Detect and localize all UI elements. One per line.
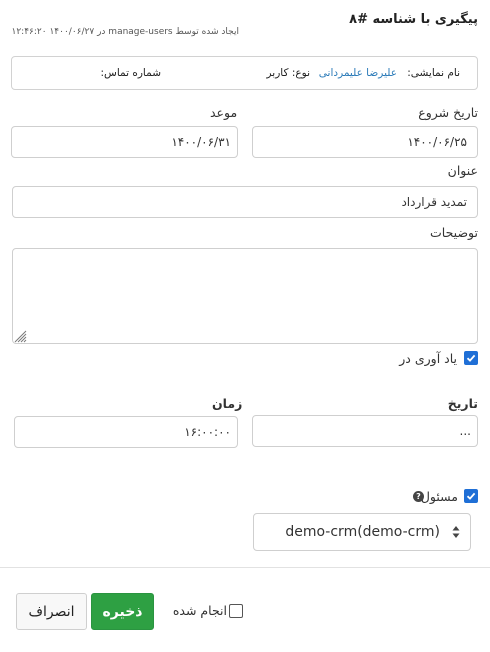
due-date-value: ۱۴۰۰/۰۶/۳۱ bbox=[171, 135, 231, 149]
owner-select[interactable]: demo-crm(demo-crm) bbox=[253, 513, 471, 551]
start-date-label: تاریخ شروع bbox=[418, 105, 478, 120]
start-date-field[interactable]: ۱۴۰۰/۰۶/۲۵ bbox=[252, 126, 478, 158]
title-label: عنوان bbox=[447, 163, 478, 178]
display-name-label: نام نمایشی: bbox=[407, 67, 460, 79]
reminder-label: یاد آوری در bbox=[399, 351, 457, 366]
done-label: انجام شده bbox=[172, 603, 227, 618]
page-title: پیگیری با شناسه #۸ bbox=[349, 12, 478, 27]
select-arrows-icon bbox=[452, 526, 460, 538]
reminder-date-field[interactable]: ... bbox=[252, 415, 478, 447]
title-value: تمدید قرارداد bbox=[401, 195, 467, 209]
contact-info-box: نام نمایشی: علیرضا علیمردانی نوع: کاربر … bbox=[11, 56, 478, 90]
phone-label: شماره تماس: bbox=[100, 67, 161, 79]
reminder-time-value: ۱۶:۰۰:۰۰ bbox=[184, 425, 231, 439]
created-by-meta: ایجاد شده توسط manage-users در ۱۴۰۰/۰۶/۲… bbox=[11, 27, 239, 37]
cancel-button[interactable]: انصراف bbox=[16, 593, 87, 630]
reminder-checkbox[interactable] bbox=[464, 351, 478, 365]
start-date-value: ۱۴۰۰/۰۶/۲۵ bbox=[407, 135, 467, 149]
save-button[interactable]: ذخیره bbox=[91, 593, 154, 630]
description-label: توضیحات bbox=[430, 225, 478, 240]
footer-divider bbox=[0, 567, 490, 568]
contact-type: نوع: کاربر bbox=[266, 67, 310, 79]
check-icon bbox=[466, 354, 476, 362]
reminder-time-field[interactable]: ۱۶:۰۰:۰۰ bbox=[14, 416, 238, 448]
reminder-time-label: زمان bbox=[212, 396, 243, 411]
resize-grip-icon[interactable] bbox=[14, 330, 27, 343]
due-date-label: موعد bbox=[210, 105, 238, 120]
owner-label: مسئول bbox=[420, 489, 458, 504]
description-textarea[interactable] bbox=[12, 248, 478, 344]
owner-checkbox[interactable] bbox=[464, 489, 478, 503]
display-name-link[interactable]: علیرضا علیمردانی bbox=[319, 67, 397, 79]
reminder-date-value: ... bbox=[459, 424, 471, 438]
due-date-field[interactable]: ۱۴۰۰/۰۶/۳۱ bbox=[11, 126, 238, 158]
reminder-date-label: تاریخ bbox=[447, 396, 478, 411]
done-checkbox[interactable] bbox=[229, 604, 243, 618]
check-icon bbox=[466, 492, 476, 500]
owner-select-value: demo-crm(demo-crm) bbox=[285, 524, 440, 540]
question-circle-icon[interactable]: ? bbox=[413, 491, 424, 502]
title-field[interactable]: تمدید قرارداد bbox=[12, 186, 478, 218]
